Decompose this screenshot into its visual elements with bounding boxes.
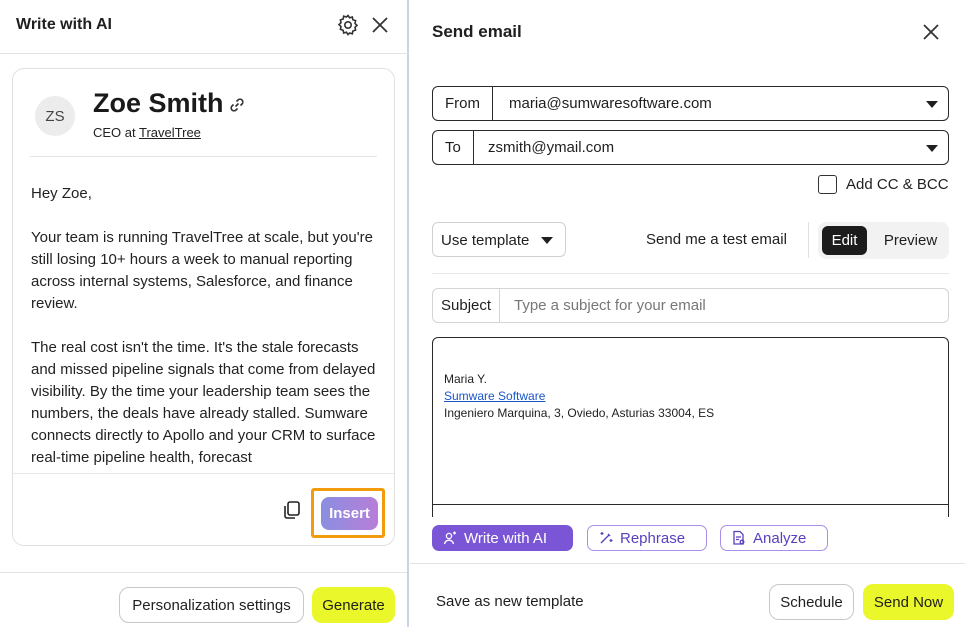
rephrase-button[interactable]: Rephrase	[587, 525, 707, 551]
divider	[410, 563, 965, 564]
role-prefix: CEO at	[93, 125, 136, 140]
divider	[432, 273, 949, 274]
email-paragraph: Hey Zoe,	[31, 185, 92, 202]
send-test-email-link[interactable]: Send me a test email	[646, 231, 787, 248]
signature: Maria Y. Sumware Software Ingeniero Marq…	[444, 371, 714, 422]
signature-name: Maria Y.	[444, 372, 487, 386]
chevron-down-icon	[541, 237, 553, 244]
email-body-editor[interactable]: Maria Y. Sumware Software Ingeniero Marq…	[432, 337, 949, 517]
email-paragraph: The real cost isn't the time. It's the s…	[31, 339, 376, 466]
email-paragraph: Your team is running TravelTree at scale…	[31, 229, 373, 312]
contact-name: Zoe Smith	[93, 88, 224, 118]
from-select[interactable]: From maria@sumwaresoftware.com	[432, 86, 949, 121]
chevron-down-icon	[926, 145, 938, 152]
edit-preview-toggle: Edit Preview	[818, 222, 949, 259]
from-value: maria@sumwaresoftware.com	[509, 95, 712, 112]
panel-title: Send email	[432, 22, 522, 41]
from-label: From	[433, 87, 493, 120]
panel-header: Write with AI	[0, 0, 409, 54]
close-icon[interactable]	[920, 21, 942, 43]
contact-role: CEO at TravelTree	[93, 125, 201, 140]
use-template-dropdown[interactable]: Use template	[432, 222, 566, 257]
generated-email-body: Hey Zoe, Your team is running TravelTree…	[31, 183, 381, 471]
editor-divider	[433, 504, 948, 505]
save-as-template-link[interactable]: Save as new template	[436, 593, 584, 610]
chevron-down-icon	[926, 101, 938, 108]
write-with-ai-button[interactable]: Write with AI	[432, 525, 573, 551]
document-analyze-icon	[733, 530, 745, 545]
write-with-ai-label: Write with AI	[464, 529, 548, 547]
signature-address: Ingeniero Marquina, 3, Oviedo, Asturias …	[444, 406, 715, 420]
sparkle-user-icon	[443, 531, 456, 545]
analyze-label: Analyze	[753, 529, 807, 547]
personalization-settings-button[interactable]: Personalization settings	[119, 587, 304, 623]
ai-draft-card: ZS Zoe Smith CEO at TravelTree Hey Zoe, …	[12, 68, 395, 546]
divider	[30, 156, 377, 157]
tab-edit[interactable]: Edit	[822, 226, 867, 255]
write-with-ai-panel: Write with AI ZS Zoe Smith CEO at Travel…	[0, 0, 409, 627]
insert-button[interactable]: Insert	[321, 497, 378, 530]
panel-title: Write with AI	[16, 16, 112, 33]
divider	[0, 572, 407, 573]
copy-icon[interactable]	[281, 499, 303, 521]
divider	[808, 222, 809, 258]
generate-button[interactable]: Generate	[312, 587, 395, 623]
card-footer: Insert	[13, 473, 394, 545]
schedule-button[interactable]: Schedule	[769, 584, 854, 620]
signature-company-link[interactable]: Sumware Software	[444, 388, 714, 405]
cc-bcc-label[interactable]: Add CC & BCC	[846, 176, 949, 193]
to-select[interactable]: To zsmith@ymail.com	[432, 130, 949, 165]
link-icon[interactable]	[228, 96, 246, 114]
insert-highlight: Insert	[311, 488, 385, 538]
to-label: To	[433, 131, 474, 164]
analyze-button[interactable]: Analyze	[720, 525, 828, 551]
rephrase-label: Rephrase	[620, 529, 686, 547]
subject-label: Subject	[433, 289, 501, 322]
send-now-button[interactable]: Send Now	[863, 584, 954, 620]
avatar: ZS	[35, 96, 75, 136]
gear-icon[interactable]	[336, 13, 360, 37]
tab-preview[interactable]: Preview	[878, 226, 943, 255]
magic-wand-icon	[600, 532, 613, 544]
close-icon[interactable]	[369, 14, 391, 36]
app-root: Write with AI ZS Zoe Smith CEO at Travel…	[0, 0, 965, 627]
cc-bcc-checkbox[interactable]	[818, 175, 837, 194]
company-link[interactable]: TravelTree	[139, 125, 201, 140]
subject-input[interactable]	[506, 289, 936, 322]
send-email-panel: Send email From maria@sumwaresoftware.co…	[410, 0, 965, 627]
subject-field: Subject	[432, 288, 949, 323]
to-value: zsmith@ymail.com	[488, 139, 615, 156]
template-label: Use template	[441, 232, 530, 249]
